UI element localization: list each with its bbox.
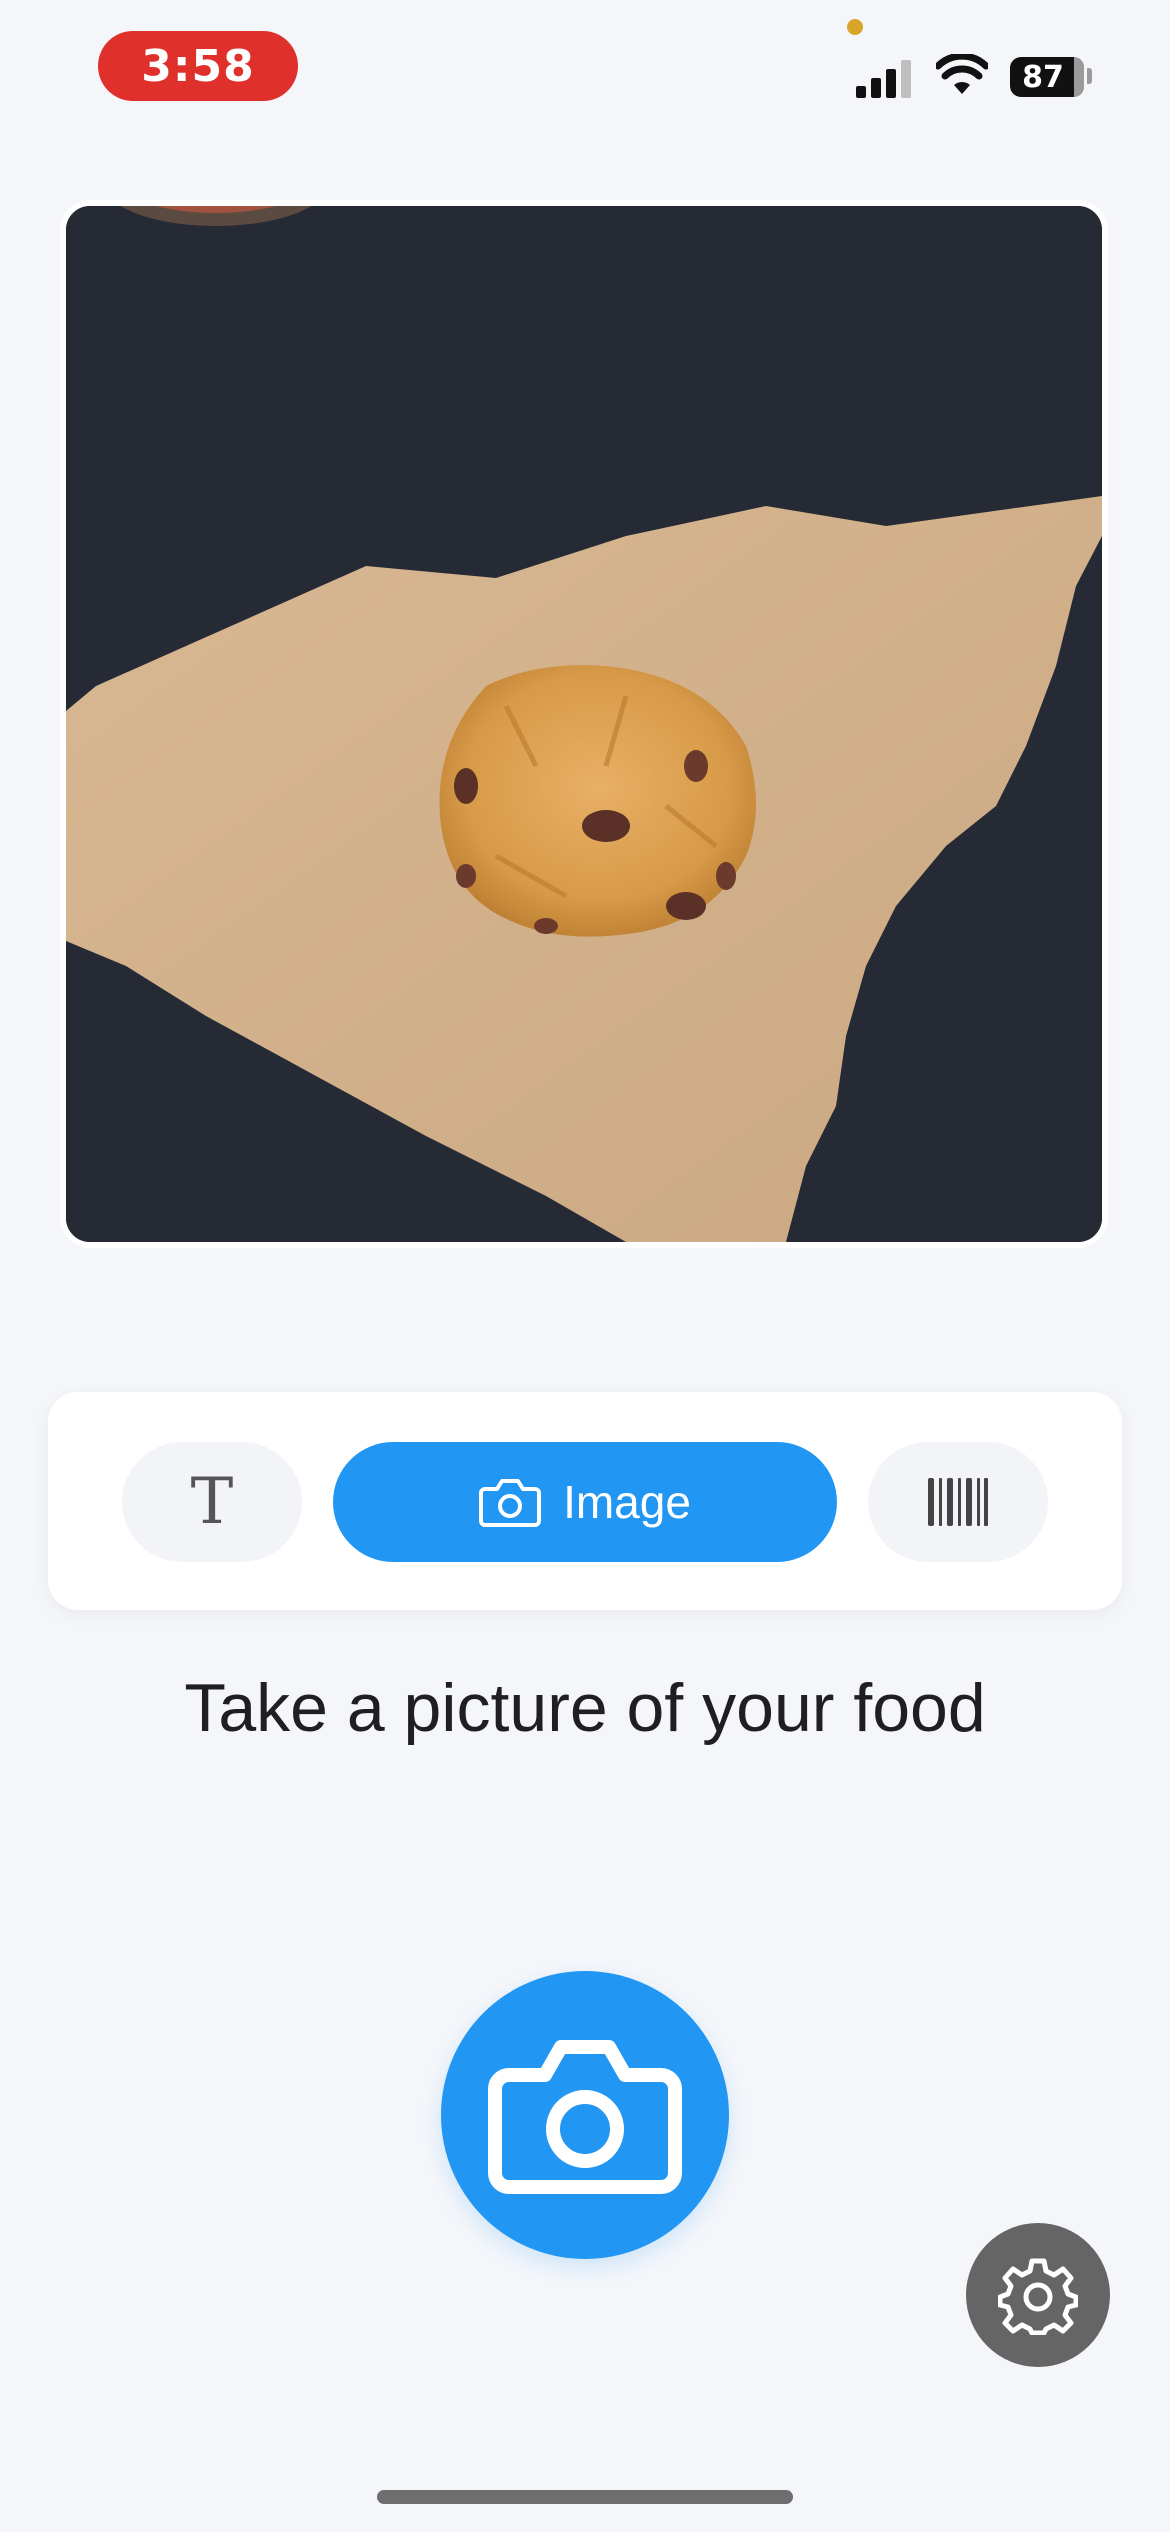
text-icon: T — [190, 1465, 234, 1539]
text-mode-button[interactable]: T — [122, 1442, 302, 1562]
gear-icon — [998, 2258, 1078, 2335]
barcode-mode-button[interactable] — [868, 1442, 1048, 1562]
settings-button[interactable] — [966, 2223, 1110, 2367]
wifi-icon — [936, 54, 988, 94]
image-mode-label: Image — [563, 1476, 691, 1528]
privacy-indicator-dot — [847, 19, 863, 35]
capture-photo-button[interactable] — [441, 1971, 729, 2259]
cellular-signal-icon — [856, 54, 916, 98]
battery-level: 87 — [1022, 59, 1064, 95]
status-time: 3:58 — [98, 31, 298, 101]
image-mode-button[interactable]: Image — [333, 1442, 837, 1562]
home-indicator[interactable] — [377, 2490, 793, 2504]
camera-icon — [488, 2040, 682, 2194]
instruction-text: Take a picture of your food — [184, 1670, 986, 1746]
battery-icon: 87 — [1010, 57, 1084, 97]
barcode-icon — [928, 1478, 988, 1526]
battery-cap — [1087, 68, 1092, 84]
camera-preview[interactable] — [60, 200, 1108, 1248]
camera-icon — [479, 1479, 542, 1527]
input-mode-selector: T Image — [48, 1392, 1122, 1610]
